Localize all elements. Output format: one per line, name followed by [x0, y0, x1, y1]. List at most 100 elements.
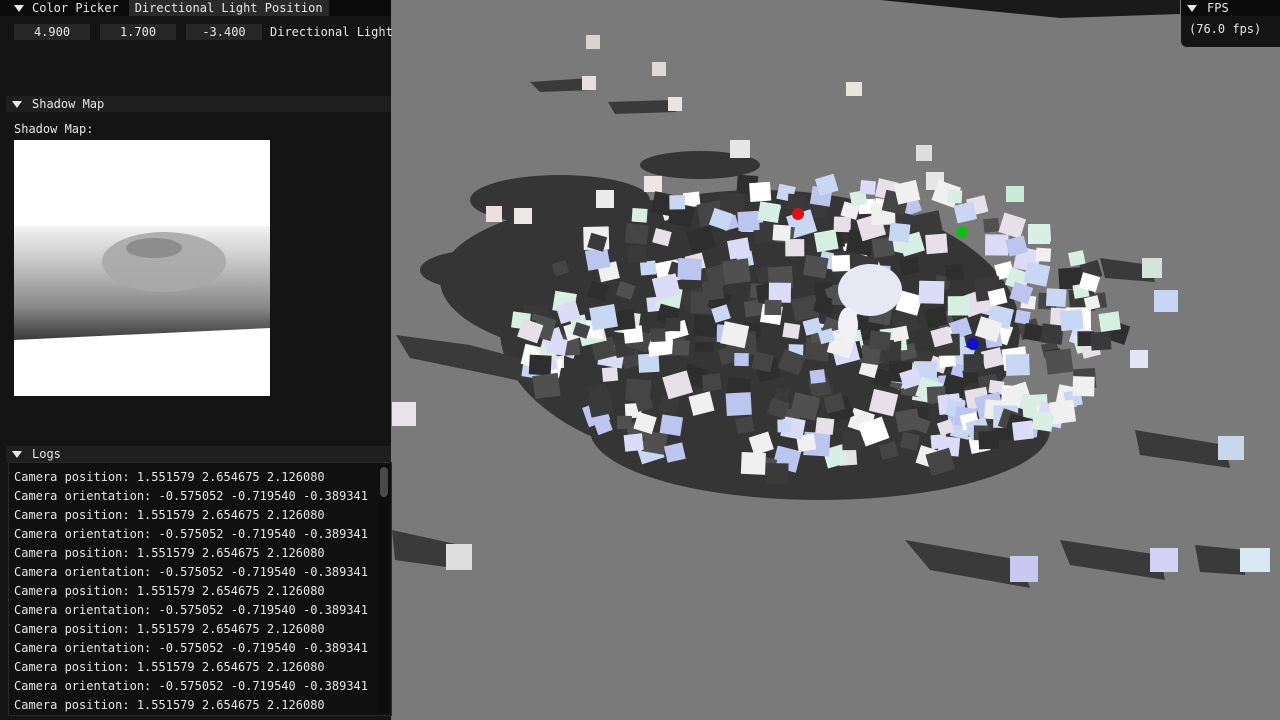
cube: [809, 369, 826, 384]
cube: [737, 210, 760, 232]
cube: [813, 229, 839, 253]
logs-window: Logs Camera position: 1.551579 2.654675 …: [0, 446, 392, 720]
cube: [725, 392, 752, 417]
scrollbar-thumb[interactable]: [380, 467, 388, 497]
cube: [727, 237, 751, 260]
logs-header[interactable]: Logs: [6, 446, 391, 462]
cube: [1031, 410, 1055, 432]
cube: [722, 258, 751, 285]
cube: [638, 353, 660, 373]
fps-titlebar: FPS: [1181, 0, 1280, 16]
cube: [1049, 399, 1077, 425]
log-line: Camera position: 1.551579 2.654675 2.126…: [14, 660, 325, 674]
logs-child-frame[interactable]: Camera position: 1.551579 2.654675 2.126…: [8, 462, 392, 716]
cube: [925, 233, 948, 255]
cube: [1044, 348, 1074, 375]
cube: [616, 415, 632, 430]
cube: [631, 207, 648, 223]
collapse-arrow-icon[interactable]: [12, 100, 22, 108]
shadow-map-header-label: Shadow Map: [32, 97, 105, 111]
log-line: Camera position: 1.551579 2.654675 2.126…: [14, 622, 325, 636]
logs-header-label: Logs: [32, 447, 61, 461]
light-x-field[interactable]: 4.900: [14, 24, 90, 40]
cube: [627, 245, 647, 264]
cube: [831, 254, 851, 272]
cube: [677, 258, 702, 281]
cube: [945, 263, 964, 281]
log-line: Camera orientation: -0.575052 -0.719540 …: [14, 679, 369, 693]
log-line: Camera position: 1.551579 2.654675 2.126…: [14, 546, 325, 560]
cube: [888, 222, 911, 243]
cube: [984, 234, 1009, 256]
cube: [589, 303, 618, 331]
shadow-map-header[interactable]: Shadow Map: [6, 96, 391, 112]
cube: [749, 181, 772, 203]
cube: [601, 366, 619, 382]
cube: [815, 417, 835, 435]
cube: [1014, 309, 1031, 325]
light-marker-green: [956, 226, 968, 238]
cube: [623, 433, 644, 452]
cube: [1011, 420, 1034, 441]
cube: [868, 330, 891, 351]
log-line: Camera orientation: -0.575052 -0.719540 …: [14, 603, 369, 617]
log-line: Camera position: 1.551579 2.654675 2.126…: [14, 698, 325, 712]
collapse-arrow-icon[interactable]: [1187, 4, 1197, 12]
log-line: Camera position: 1.551579 2.654675 2.126…: [14, 584, 325, 598]
cube: [782, 322, 801, 340]
log-list: Camera position: 1.551579 2.654675 2.126…: [14, 468, 368, 715]
tab-directional-light-position[interactable]: Directional Light Position: [128, 0, 329, 16]
log-line: Camera position: 1.551579 2.654675 2.126…: [14, 508, 325, 522]
fps-window: FPS (76.0 fps): [1181, 0, 1280, 47]
cube: [1098, 311, 1121, 333]
cube: [859, 180, 876, 195]
cube: [978, 430, 999, 450]
cube: [787, 193, 806, 210]
cube: [528, 354, 552, 376]
log-line: Camera orientation: -0.575052 -0.719540 …: [14, 489, 369, 503]
tab-color-picker[interactable]: Color Picker: [32, 0, 125, 16]
cube: [802, 254, 829, 279]
cube: [764, 299, 782, 316]
shadow-map-image: [14, 140, 270, 396]
cube: [1059, 309, 1084, 332]
log-line: Camera position: 1.551579 2.654675 2.126…: [14, 470, 325, 484]
collapse-arrow-icon[interactable]: [12, 450, 22, 458]
light-window-titlebar: Color Picker Directional Light Position: [0, 0, 391, 16]
cube: [983, 217, 1000, 233]
logs-scrollbar[interactable]: [379, 465, 389, 713]
cube: [734, 353, 749, 367]
cube: [833, 216, 851, 233]
cube: [1068, 250, 1086, 267]
cube: [1072, 376, 1095, 397]
cube: [768, 282, 792, 303]
cube: [930, 434, 947, 450]
cube: [624, 223, 649, 245]
light-y-field[interactable]: 1.700: [100, 24, 176, 40]
cube: [1045, 288, 1067, 307]
collapse-arrow-icon[interactable]: [14, 4, 24, 12]
cube: [894, 408, 921, 433]
cube: [1022, 322, 1044, 342]
cube: [963, 354, 984, 373]
cube: [1005, 353, 1030, 376]
cube: [842, 430, 864, 451]
log-line: Camera orientation: -0.575052 -0.719540 …: [14, 641, 369, 655]
cube: [735, 416, 755, 435]
cube: [785, 239, 805, 257]
cube: [665, 317, 681, 332]
shadow-map-label: Shadow Map:: [14, 122, 94, 136]
cube: [1035, 247, 1052, 262]
cube: [918, 280, 945, 304]
cube: [625, 378, 652, 403]
cube: [584, 246, 611, 271]
cube: [740, 452, 766, 475]
cube: [532, 372, 561, 399]
light-marker-red: [792, 208, 804, 220]
cube: [1031, 224, 1052, 243]
fps-title: FPS: [1207, 1, 1229, 15]
log-line: Camera orientation: -0.575052 -0.719540 …: [14, 527, 369, 541]
light-z-field[interactable]: -3.400: [186, 24, 262, 40]
light-marker-blue: [967, 338, 979, 350]
cube: [1090, 331, 1112, 351]
